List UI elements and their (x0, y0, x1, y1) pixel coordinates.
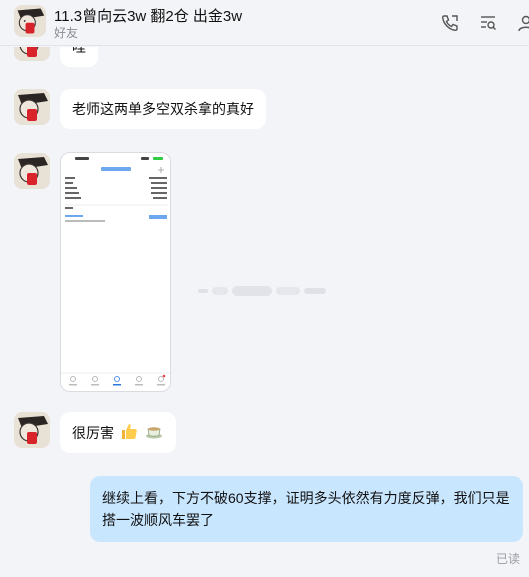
contact-avatar[interactable] (14, 5, 46, 37)
contact-avatar[interactable] (14, 89, 50, 125)
my-message-bubble[interactable]: 继续上看，下方不破60支撑，证明多头依然有力度反弹，我们只是搭一波顺风车罢了 (90, 476, 523, 542)
read-status: 已读 (495, 552, 520, 566)
tea-cup-icon (145, 427, 162, 439)
blurred-redaction (198, 286, 326, 296)
message-bubble[interactable]: 很厉害 (60, 412, 176, 453)
contact-avatar[interactable] (14, 153, 50, 189)
history-search-icon[interactable] (478, 13, 498, 33)
thumbs-up-icon (121, 424, 137, 439)
screenshot-content (61, 153, 170, 391)
chat-title: 11.3曾向云3w 翻2仓 出金3w (54, 8, 243, 25)
message-text: 很厉害 (72, 425, 114, 441)
message-bubble[interactable]: 老师这两单多空双杀拿的真好 (60, 89, 266, 129)
phone-call-icon[interactable] (440, 13, 460, 33)
contact-relation-label: 好友 (54, 26, 79, 40)
message-list[interactable]: 哇 老师这两单多空双杀拿的真好 很厉害 继续上看，下方不破60支撑，证明多头依然… (0, 47, 529, 577)
contact-avatar[interactable] (14, 412, 50, 448)
user-icon[interactable] (516, 13, 529, 33)
chat-header: 11.3曾向云3w 翻2仓 出金3w 好友 (0, 0, 529, 46)
contact-avatar[interactable] (14, 47, 50, 61)
message-bubble[interactable]: 哇 (60, 47, 98, 67)
image-message-trading-screenshot[interactable] (60, 152, 171, 392)
